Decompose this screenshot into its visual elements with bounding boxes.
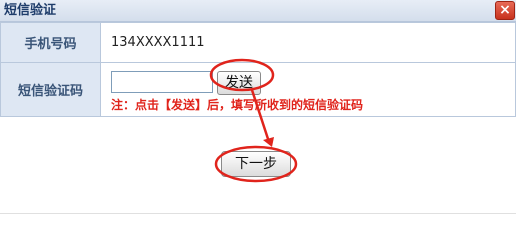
close-icon: × (499, 2, 511, 18)
sms-verification-dialog: 短信验证 × 手机号码 134XXXX1111 短信验证码 发送 注：点击【发送… (0, 0, 516, 219)
phone-row: 手机号码 134XXXX1111 (0, 22, 516, 63)
send-button[interactable]: 发送 (217, 71, 261, 95)
sms-code-input[interactable] (111, 71, 213, 93)
code-label: 短信验证码 (0, 62, 101, 117)
annotation-arrow-head (263, 137, 274, 147)
instruction-note: 注：点击【发送】后，填写所收到的短信验证码 (111, 98, 364, 112)
code-cell: 发送 注：点击【发送】后，填写所收到的短信验证码 (100, 62, 516, 117)
close-button[interactable]: × (495, 1, 515, 20)
verification-form: 手机号码 134XXXX1111 短信验证码 发送 注：点击【发送】后，填写所收… (0, 22, 516, 117)
code-row: 短信验证码 发送 注：点击【发送】后，填写所收到的短信验证码 (0, 62, 516, 117)
footer-divider (0, 213, 516, 214)
next-step-button[interactable]: 下一步 (221, 151, 291, 177)
dialog-titlebar: 短信验证 × (0, 0, 516, 22)
phone-label: 手机号码 (0, 22, 101, 63)
dialog-title: 短信验证 (4, 3, 57, 18)
phone-value: 134XXXX1111 (100, 22, 516, 63)
